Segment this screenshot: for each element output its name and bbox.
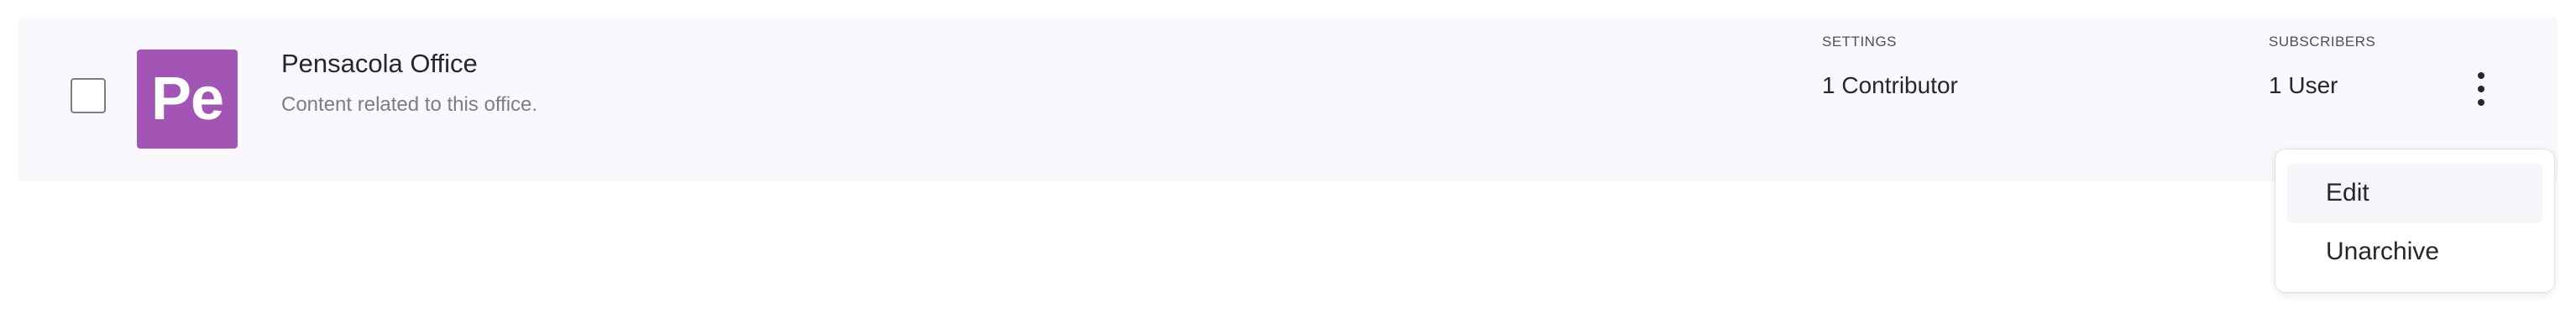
office-title[interactable]: Pensacola Office xyxy=(281,49,478,79)
office-row[interactable]: Pe Pensacola Office Content related to t… xyxy=(18,17,2558,181)
subscribers-label: SUBSCRIBERS xyxy=(2269,34,2376,50)
menu-item-edit[interactable]: Edit xyxy=(2287,164,2542,222)
subscribers-value: 1 User xyxy=(2269,72,2338,98)
kebab-dot xyxy=(2478,86,2484,92)
kebab-dot xyxy=(2478,99,2484,106)
settings-label: SETTINGS xyxy=(1822,34,1898,50)
more-options-icon[interactable] xyxy=(2464,65,2498,112)
select-checkbox[interactable] xyxy=(71,78,106,113)
settings-value: 1 Contributor xyxy=(1822,72,1958,98)
menu-item-unarchive[interactable]: Unarchive xyxy=(2287,222,2542,281)
avatar: Pe xyxy=(137,50,238,149)
kebab-dot xyxy=(2478,72,2484,79)
office-description: Content related to this office. xyxy=(281,93,538,116)
options-menu: Edit Unarchive xyxy=(2275,149,2554,292)
